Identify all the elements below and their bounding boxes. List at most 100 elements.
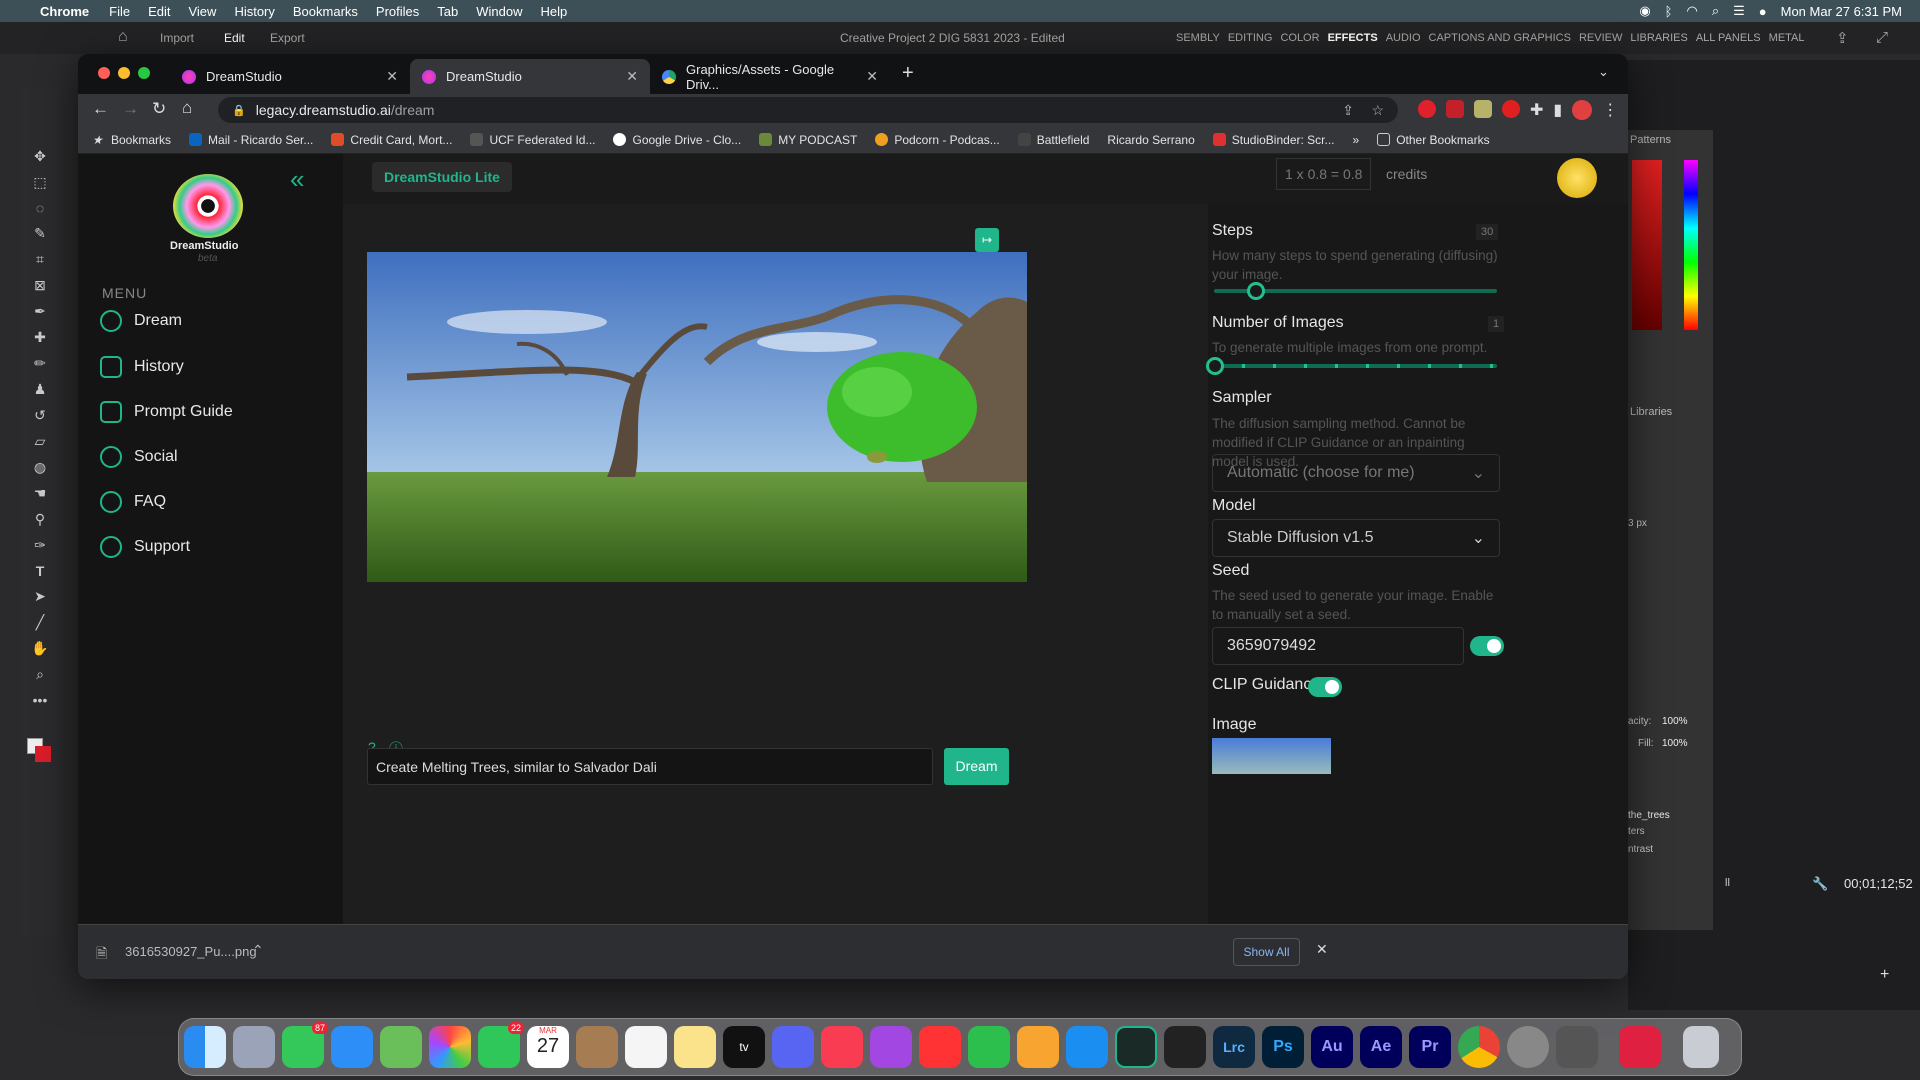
workspace-tab[interactable]: LIBRARIES (1630, 32, 1687, 44)
gamepad-app-icon[interactable] (1556, 1026, 1598, 1068)
path-select-icon[interactable]: ➤ (34, 588, 46, 605)
brush-tool-icon[interactable]: ✏ (34, 355, 46, 372)
creative-cloud-dock-icon[interactable] (1619, 1026, 1661, 1068)
after-effects-icon[interactable]: Ae (1360, 1026, 1402, 1068)
menubar-app-name[interactable]: Chrome (40, 4, 89, 19)
notes-icon[interactable] (674, 1026, 716, 1068)
workspace-tab[interactable]: REVIEW (1579, 32, 1622, 44)
close-tab-icon[interactable]: ✕ (626, 68, 638, 85)
nav-faq[interactable]: FAQ (100, 491, 166, 513)
menu-window[interactable]: Window (476, 4, 522, 19)
line-tool-icon[interactable]: ╱ (36, 614, 44, 631)
workspace-tab[interactable]: CAPTIONS AND GRAPHICS (1429, 32, 1571, 44)
photos-icon[interactable] (429, 1026, 471, 1068)
pen-tool-icon[interactable]: ✑ (34, 537, 46, 554)
workspace-tab[interactable]: METAL (1769, 32, 1805, 44)
wifi-icon[interactable]: ◠ (1686, 3, 1697, 19)
images-slider-track[interactable] (1214, 364, 1497, 368)
calendar-icon[interactable]: MAR 27 (527, 1026, 569, 1068)
apple-tv-icon[interactable]: tv (723, 1026, 765, 1068)
menu-view[interactable]: View (188, 4, 216, 19)
home-button[interactable]: ⌂ (182, 98, 192, 118)
mail-extension-icon[interactable] (1446, 100, 1464, 118)
puzzle-icon[interactable]: ✚ (1530, 100, 1543, 120)
bookmark-item[interactable]: Google Drive - Clo... (613, 133, 741, 147)
bookmark-item[interactable]: Ricardo Serrano (1107, 133, 1194, 147)
editor-app-icon[interactable] (1115, 1026, 1157, 1068)
nav-history[interactable]: History (100, 356, 184, 378)
share-page-icon[interactable]: ⇪ (1342, 102, 1354, 119)
bookmark-item[interactable]: UCF Federated Id... (470, 133, 595, 147)
bookmark-item[interactable]: Podcorn - Podcas... (875, 133, 1000, 147)
contacts-icon[interactable] (576, 1026, 618, 1068)
steps-slider-thumb[interactable] (1247, 282, 1266, 300)
tab-google-drive[interactable]: Graphics/Assets - Google Driv... ✕ (650, 59, 890, 94)
bookmark-item[interactable]: Credit Card, Mort... (331, 133, 452, 147)
minimize-window-button[interactable] (118, 67, 130, 79)
tab-dreamstudio-2[interactable]: DreamStudio ✕ (410, 59, 650, 94)
menu-help[interactable]: Help (541, 4, 568, 19)
forward-button[interactable]: → (122, 99, 139, 119)
lock-icon[interactable]: 🔒 (232, 104, 246, 117)
menu-bookmarks[interactable]: Bookmarks (293, 4, 358, 19)
menu-history[interactable]: History (234, 4, 274, 19)
address-bar[interactable]: 🔒 legacy.dreamstudio.ai/dream ⇪ ☆ (218, 97, 1398, 123)
chrome-icon[interactable] (1458, 1026, 1500, 1068)
chrome-menu-icon[interactable]: ⋮ (1602, 100, 1618, 120)
healing-brush-icon[interactable]: ✚ (34, 329, 46, 346)
bookmark-item[interactable]: Mail - Ricardo Ser... (189, 133, 313, 147)
premiere-edit[interactable]: Edit (224, 31, 245, 45)
sampler-select[interactable]: Automatic (choose for me) ⌄ (1212, 454, 1500, 492)
images-slider-thumb[interactable] (1206, 357, 1224, 375)
nav-dream[interactable]: Dream (100, 310, 182, 332)
creative-cloud-icon[interactable]: ◉ (1639, 3, 1650, 19)
hand-tool-icon[interactable]: ✋ (31, 640, 48, 657)
lightroom-classic-icon[interactable]: Lrc (1213, 1026, 1255, 1068)
zoom-window-button[interactable] (138, 67, 150, 79)
zoom-tool-icon[interactable]: ⌕ (36, 666, 44, 683)
menu-profiles[interactable]: Profiles (376, 4, 419, 19)
stamp-tool-icon[interactable]: ♟ (34, 381, 47, 398)
menu-file[interactable]: File (109, 4, 130, 19)
photoshop-icon[interactable]: Ps (1262, 1026, 1304, 1068)
bookmark-item[interactable]: StudioBinder: Scr... (1212, 133, 1335, 147)
eyedropper-icon[interactable]: ✒ (34, 303, 46, 320)
podcasts-icon[interactable] (870, 1026, 912, 1068)
workspace-tab[interactable]: AUDIO (1386, 32, 1421, 44)
premiere-import[interactable]: Import (160, 31, 194, 45)
extension-icon[interactable] (1502, 100, 1520, 118)
siri-icon[interactable]: ● (1759, 4, 1767, 19)
new-tab-button[interactable]: + (902, 62, 914, 85)
type-tool-icon[interactable]: T (36, 563, 45, 579)
facetime-icon[interactable]: 22 (478, 1022, 524, 1068)
show-all-button[interactable]: Show All (1233, 938, 1300, 966)
maps-icon[interactable] (380, 1026, 422, 1068)
paint-bucket-icon[interactable]: ◍ (34, 459, 46, 476)
premiere-dropdown[interactable]: ll (1725, 877, 1730, 889)
numbers-icon[interactable] (968, 1026, 1010, 1068)
frame-tool-icon[interactable]: ⊠ (34, 277, 46, 294)
init-image-thumbnail[interactable] (1212, 738, 1331, 774)
pages-icon[interactable] (1017, 1026, 1059, 1068)
tab-dreamstudio-1[interactable]: DreamStudio ✕ (170, 59, 410, 94)
share-icon[interactable]: ⇪ (1836, 29, 1849, 47)
opacity-value[interactable]: 100% (1662, 716, 1688, 727)
collapse-sidebar-icon[interactable]: « (290, 164, 304, 195)
nav-prompt-guide[interactable]: Prompt Guide (100, 401, 233, 423)
user-avatar[interactable] (1557, 158, 1597, 198)
history-brush-icon[interactable]: ↺ (34, 407, 46, 424)
quick-select-icon[interactable]: ✎ (34, 225, 46, 242)
home-icon[interactable]: ⌂ (118, 28, 128, 46)
wrench-icon[interactable]: 🔧 (1812, 876, 1828, 892)
workspace-tab[interactable]: EDITING (1228, 32, 1273, 44)
more-bookmarks-button[interactable]: » (1353, 133, 1360, 147)
hue-slider[interactable] (1684, 160, 1698, 330)
menu-edit[interactable]: Edit (148, 4, 170, 19)
reload-button[interactable]: ↻ (152, 99, 166, 119)
smudge-tool-icon[interactable]: ☚ (34, 485, 47, 502)
workspace-tab[interactable]: ALL PANELS (1696, 32, 1761, 44)
spotlight-icon[interactable]: ⌕ (1712, 3, 1719, 19)
close-tab-icon[interactable]: ✕ (386, 68, 398, 85)
close-window-button[interactable] (98, 67, 110, 79)
profile-avatar[interactable] (1572, 100, 1593, 120)
